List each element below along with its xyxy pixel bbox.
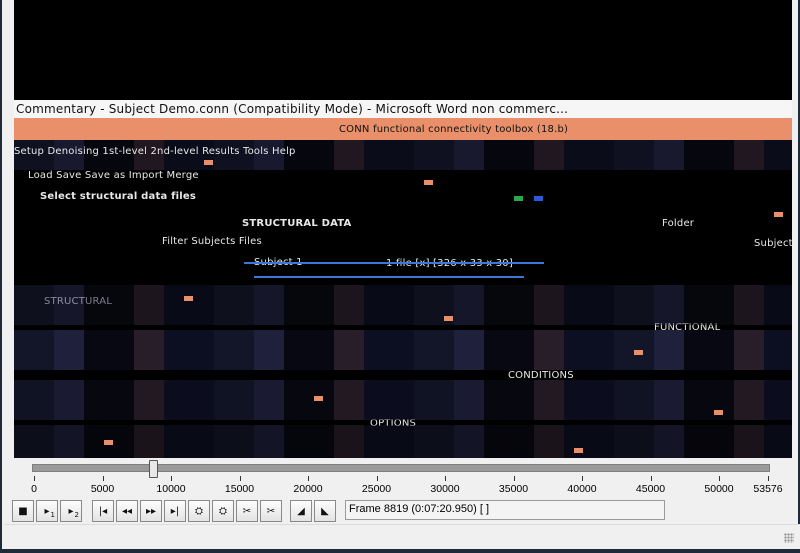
prev-keyframe-icon: ◢ (297, 505, 305, 517)
glitch-dot (574, 448, 583, 453)
timeline-tick-labels: 0 5000 10000 15000 20000 25000 30000 35000 40000… (2, 483, 800, 497)
button-subscript: 2 (74, 511, 79, 519)
export-button[interactable]: ✂ (260, 500, 282, 522)
glitch-text-menu: Setup Denoising 1st-level 2nd-level Resu… (14, 146, 296, 157)
step-forward-button[interactable]: ▸ 2 (60, 500, 82, 522)
glitch-dot (204, 160, 213, 165)
glitch-title-text: Commentary - Subject Demo.conn (Compatib… (16, 102, 569, 116)
status-bar (4, 524, 800, 549)
go-start-icon: |◂ (98, 505, 108, 517)
mark-out-button[interactable]: ⛭ (212, 500, 234, 522)
timeline-tick-label: 10000 (156, 483, 186, 495)
mark-out-icon: ⛭ (219, 505, 227, 517)
cut-button[interactable]: ✂ (236, 500, 258, 522)
glitch-strip (14, 285, 792, 325)
timeline-tick-label: 30000 (430, 483, 460, 495)
timeline-slider[interactable] (32, 460, 770, 478)
video-black-top (14, 0, 792, 100)
next-keyframe-button[interactable]: ◣ (314, 500, 336, 522)
resize-grip-icon[interactable] (784, 533, 794, 543)
glitch-dot (534, 196, 543, 201)
glitch-text-toolbar: Load Save Save as Import Merge (28, 170, 199, 181)
timeline-tick (102, 476, 104, 481)
go-end-icon: ▸| (170, 505, 180, 517)
glitch-text-select: Select structural data files (40, 191, 197, 202)
timeline-tick (239, 476, 241, 481)
glitch-text-folder: Folder (662, 218, 695, 229)
timeline-tick (308, 476, 309, 481)
timeline-tick (513, 476, 515, 481)
glitch-dot (444, 316, 453, 321)
glitch-strip (14, 425, 792, 458)
timeline-track[interactable] (32, 464, 770, 472)
timeline-tick (719, 476, 720, 481)
go-start-button[interactable]: |◂ (92, 500, 114, 522)
timeline-tick-label: 40000 (567, 483, 597, 495)
rewind-button[interactable]: ◂◂ (116, 500, 138, 522)
prev-keyframe-button[interactable]: ◢ (290, 500, 312, 522)
mark-in-icon: ⛭ (195, 505, 203, 517)
glitch-dot (184, 296, 193, 301)
fast-forward-button[interactable]: ▸▸ (140, 500, 162, 522)
step-back-button[interactable]: ▸ 1 (36, 500, 58, 522)
timeline-tick-label: 0 (31, 483, 37, 495)
playback-toolbar: ■ ▸ 1 ▸ 2 |◂ ◂◂ ▸▸ ▸| ⛭ ⛭ ✂ ✂ ◢ ◣ (12, 500, 342, 524)
glitch-dot (424, 180, 433, 185)
timeline-tick (171, 476, 172, 481)
stop-icon: ■ (18, 505, 28, 517)
timeline-tick (768, 476, 769, 481)
glitch-dot (314, 396, 323, 401)
timeline-tick-label: 20000 (293, 483, 323, 495)
glitch-subtitle-text: CONN functional connectivity toolbox (18… (339, 124, 569, 135)
button-subscript: 1 (50, 511, 55, 519)
glitch-strip (14, 380, 792, 420)
timeline-tick-label: 25000 (361, 483, 392, 495)
glitch-dot (774, 212, 783, 217)
timeline-tick-label: 53576 (753, 483, 783, 495)
export-icon: ✂ (266, 505, 276, 517)
player-window: Commentary - Subject Demo.conn (Compatib… (0, 0, 800, 553)
timeline-tick (376, 476, 378, 481)
timeline-tick-label: 45000 (635, 483, 666, 495)
glitch-text-structural-data: STRUCTURAL DATA (242, 218, 352, 229)
step-back-icon: ▸ (44, 505, 50, 517)
mark-in-button[interactable]: ⛭ (188, 500, 210, 522)
video-frame[interactable]: Commentary - Subject Demo.conn (Compatib… (14, 0, 792, 458)
timeline-tick-label: 5000 (90, 483, 115, 495)
glitch-blue-line (254, 276, 524, 278)
timeline-tick-label: 50000 (704, 483, 734, 495)
timeline-tick (34, 476, 35, 481)
glitch-dot (714, 410, 723, 415)
stop-button[interactable]: ■ (12, 500, 34, 522)
cut-icon: ✂ (242, 505, 252, 517)
next-keyframe-icon: ◣ (321, 505, 329, 517)
fast-forward-icon: ▸▸ (145, 505, 157, 517)
go-end-button[interactable]: ▸| (164, 500, 186, 522)
glitch-text-subjects: Subjects (754, 238, 792, 249)
glitch-text-filter: Filter Subjects Files (162, 236, 262, 247)
glitch-dot (634, 350, 643, 355)
rewind-icon: ◂◂ (121, 505, 133, 517)
glitch-dot (514, 196, 523, 201)
glitch-blue-line (244, 262, 544, 264)
timeline-tick (650, 476, 652, 481)
timeline-tick (582, 476, 583, 481)
glitch-strip (14, 330, 792, 370)
glitch-dot (104, 440, 113, 445)
step-forward-icon: ▸ (68, 505, 74, 517)
window-bottom-border (2, 549, 800, 553)
frame-readout: Frame 8819 (0:07:20.950) [ ] (345, 500, 665, 520)
timeline-tick-label: 15000 (224, 483, 255, 495)
timeline-tick-label: 35000 (498, 483, 529, 495)
timeline-tick (445, 476, 446, 481)
